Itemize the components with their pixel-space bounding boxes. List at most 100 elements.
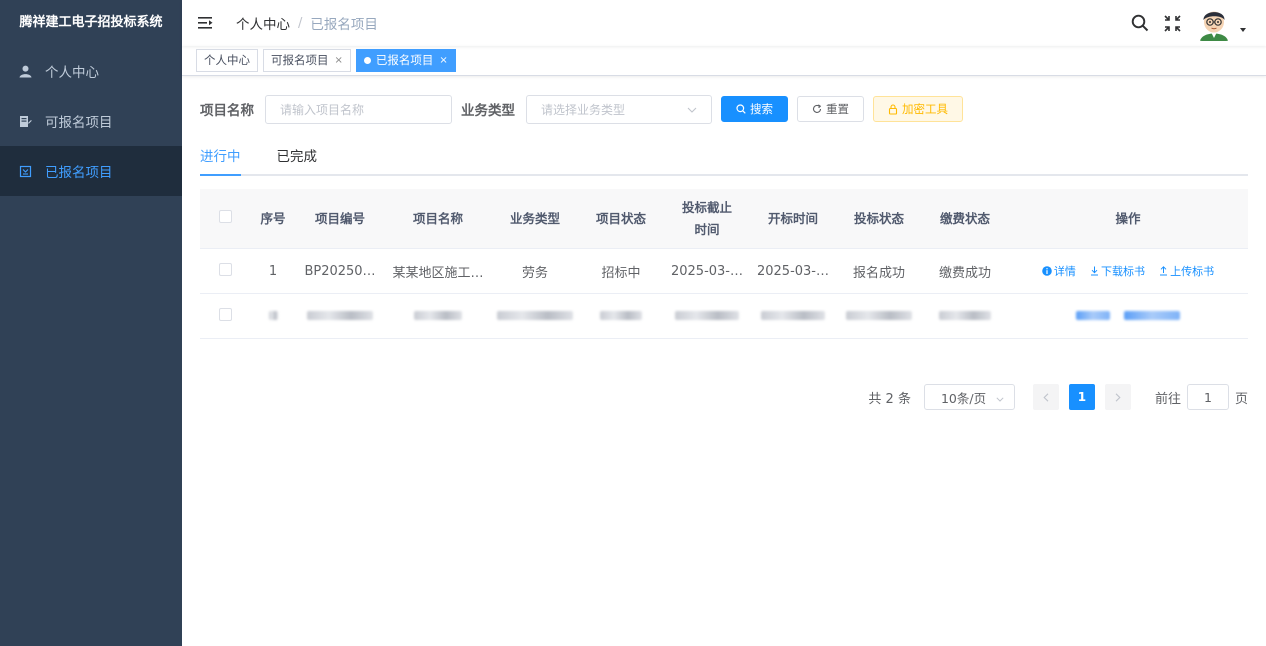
blurred-action[interactable]	[1075, 310, 1110, 320]
page-size-select[interactable]: 10条/页	[923, 384, 1015, 410]
refresh-icon	[812, 104, 822, 114]
next-page-button[interactable]	[1104, 384, 1131, 410]
blurred-cell	[497, 310, 573, 320]
sidebar-item-label: 已报名项目	[45, 165, 113, 181]
tag-registered-projects[interactable]: 已报名项目 ×	[355, 49, 456, 72]
column-header: 项目名称	[412, 210, 463, 226]
blurred-cell	[761, 310, 825, 320]
close-icon[interactable]: ×	[439, 50, 447, 71]
column-header: 开标时间	[767, 210, 818, 226]
breadcrumb-item-personal-center[interactable]: 个人中心	[236, 13, 290, 33]
project-table: 序号 项目编号 项目名称 业务类型 项目状态 投标截止时间 开标时间 投标状态 …	[200, 189, 1248, 339]
caret-down-icon[interactable]	[1240, 28, 1246, 32]
chevron-down-icon	[996, 390, 1004, 405]
page-number-current[interactable]: 1	[1068, 384, 1095, 410]
download-icon	[1090, 266, 1099, 276]
blurred-cell	[414, 310, 462, 320]
reset-button-label: 重置	[826, 102, 849, 116]
blurred-action[interactable]	[1124, 310, 1181, 320]
chevron-left-icon	[1043, 392, 1049, 402]
row-actions: 详情 下载标书 上传标书	[1008, 263, 1248, 280]
sidebar-item-available-projects[interactable]: 可报名项目	[0, 96, 182, 146]
tab-in-progress[interactable]: 进行中	[200, 145, 241, 176]
breadcrumb-separator: /	[298, 15, 303, 31]
tag-label: 已报名项目	[375, 53, 434, 67]
tag-label: 个人中心	[204, 53, 250, 67]
goto-label: 前往	[1154, 391, 1181, 407]
tag-personal-center[interactable]: 个人中心	[196, 49, 258, 72]
row-project-name: 某某地区施工…	[392, 265, 484, 281]
breadcrumb-item-current: 已报名项目	[310, 17, 378, 33]
tag-label: 可报名项目	[271, 53, 329, 67]
row-checkbox[interactable]	[218, 307, 232, 321]
lock-icon	[888, 103, 898, 115]
tab-completed[interactable]: 已完成	[277, 145, 318, 174]
row-bid-status: 报名成功	[852, 265, 905, 281]
row-project-status: 招标中	[601, 265, 641, 281]
column-header: 投标状态	[853, 210, 904, 226]
app-title: 腾祥建工电子招投标系统	[19, 15, 163, 30]
tag-available-projects[interactable]: 可报名项目 ×	[263, 49, 351, 72]
sidebar-item-personal-center[interactable]: 个人中心	[0, 46, 182, 96]
project-name-placeholder: 请输入项目名称	[280, 102, 365, 117]
search-icon	[736, 104, 746, 114]
blurred-cell	[600, 310, 642, 320]
select-all-checkbox[interactable]	[218, 209, 232, 223]
search-icon[interactable]	[1130, 13, 1150, 33]
row-open-time: 2025-03-…	[756, 263, 829, 279]
column-header: 业务类型	[509, 210, 560, 226]
blurred-cell	[939, 310, 991, 320]
reset-button[interactable]: 重置	[797, 96, 864, 122]
sidebar-item-registered-projects[interactable]: 已报名项目	[0, 146, 182, 196]
business-type-label: 业务类型	[461, 103, 515, 119]
column-header: 缴费状态	[939, 210, 990, 226]
download-tender-label: 下载标书	[1101, 264, 1145, 278]
active-dot-icon	[363, 57, 371, 64]
main-content: 项目名称 请输入项目名称 业务类型 请选择业务类型 搜索 重置 加密工具 进行中…	[200, 76, 1248, 410]
fullscreen-icon[interactable]	[1162, 13, 1182, 33]
column-header: 投标截止时间	[681, 199, 732, 237]
download-tender-button[interactable]: 下载标书	[1090, 263, 1145, 279]
row-index: 1	[268, 263, 278, 279]
navbar: 个人中心 / 已报名项目	[182, 0, 1266, 46]
row-checkbox[interactable]	[218, 262, 232, 276]
chevron-down-icon	[687, 102, 697, 116]
list-box-icon	[18, 164, 32, 178]
page-jumper: 前往 1 页	[1155, 384, 1248, 410]
hamburger-icon[interactable]	[198, 16, 214, 30]
blurred-cell	[307, 310, 373, 320]
business-type-placeholder: 请选择业务类型	[541, 102, 626, 117]
column-header: 操作	[1115, 210, 1141, 226]
header-actions	[1130, 0, 1246, 46]
tags-view: 个人中心 可报名项目 × 已报名项目 ×	[182, 46, 1266, 76]
project-name-label: 项目名称	[200, 103, 254, 119]
column-header: 序号	[260, 210, 286, 226]
pagination: 共 2 条 10条/页 1 前往 1 页	[868, 383, 1248, 411]
encrypt-tool-button[interactable]: 加密工具	[873, 96, 963, 122]
business-type-select[interactable]: 请选择业务类型	[526, 94, 712, 124]
upload-icon	[1159, 265, 1168, 276]
blurred-cell	[675, 310, 739, 320]
avatar[interactable]	[1196, 5, 1232, 41]
column-header: 项目编号	[314, 210, 365, 226]
close-icon[interactable]: ×	[335, 50, 343, 71]
detail-label: 详情	[1053, 264, 1076, 278]
status-tabs: 进行中 已完成	[200, 142, 1248, 176]
detail-button[interactable]: 详情	[1042, 263, 1076, 279]
pagination-total: 共 2 条	[868, 391, 911, 407]
goto-page-input[interactable]: 1	[1186, 384, 1229, 410]
table-row: 1 BP20250… 某某地区施工… 劳务 招标中 2025-03-… 2025…	[200, 249, 1248, 294]
search-button[interactable]: 搜索	[721, 96, 788, 122]
search-button-label: 搜索	[750, 102, 773, 116]
prev-page-button[interactable]	[1032, 384, 1059, 410]
encrypt-tool-label: 加密工具	[902, 102, 948, 116]
upload-tender-button[interactable]: 上传标书	[1159, 263, 1214, 279]
document-edit-icon	[18, 114, 32, 128]
row-bid-deadline: 2025-03-…	[670, 263, 743, 279]
info-icon	[1042, 265, 1052, 276]
project-name-input[interactable]: 请输入项目名称	[265, 94, 452, 124]
blurred-cell	[846, 310, 912, 320]
table-row-blurred	[200, 294, 1248, 339]
table-header: 序号 项目编号 项目名称 业务类型 项目状态 投标截止时间 开标时间 投标状态 …	[200, 189, 1248, 249]
upload-tender-label: 上传标书	[1170, 264, 1215, 278]
